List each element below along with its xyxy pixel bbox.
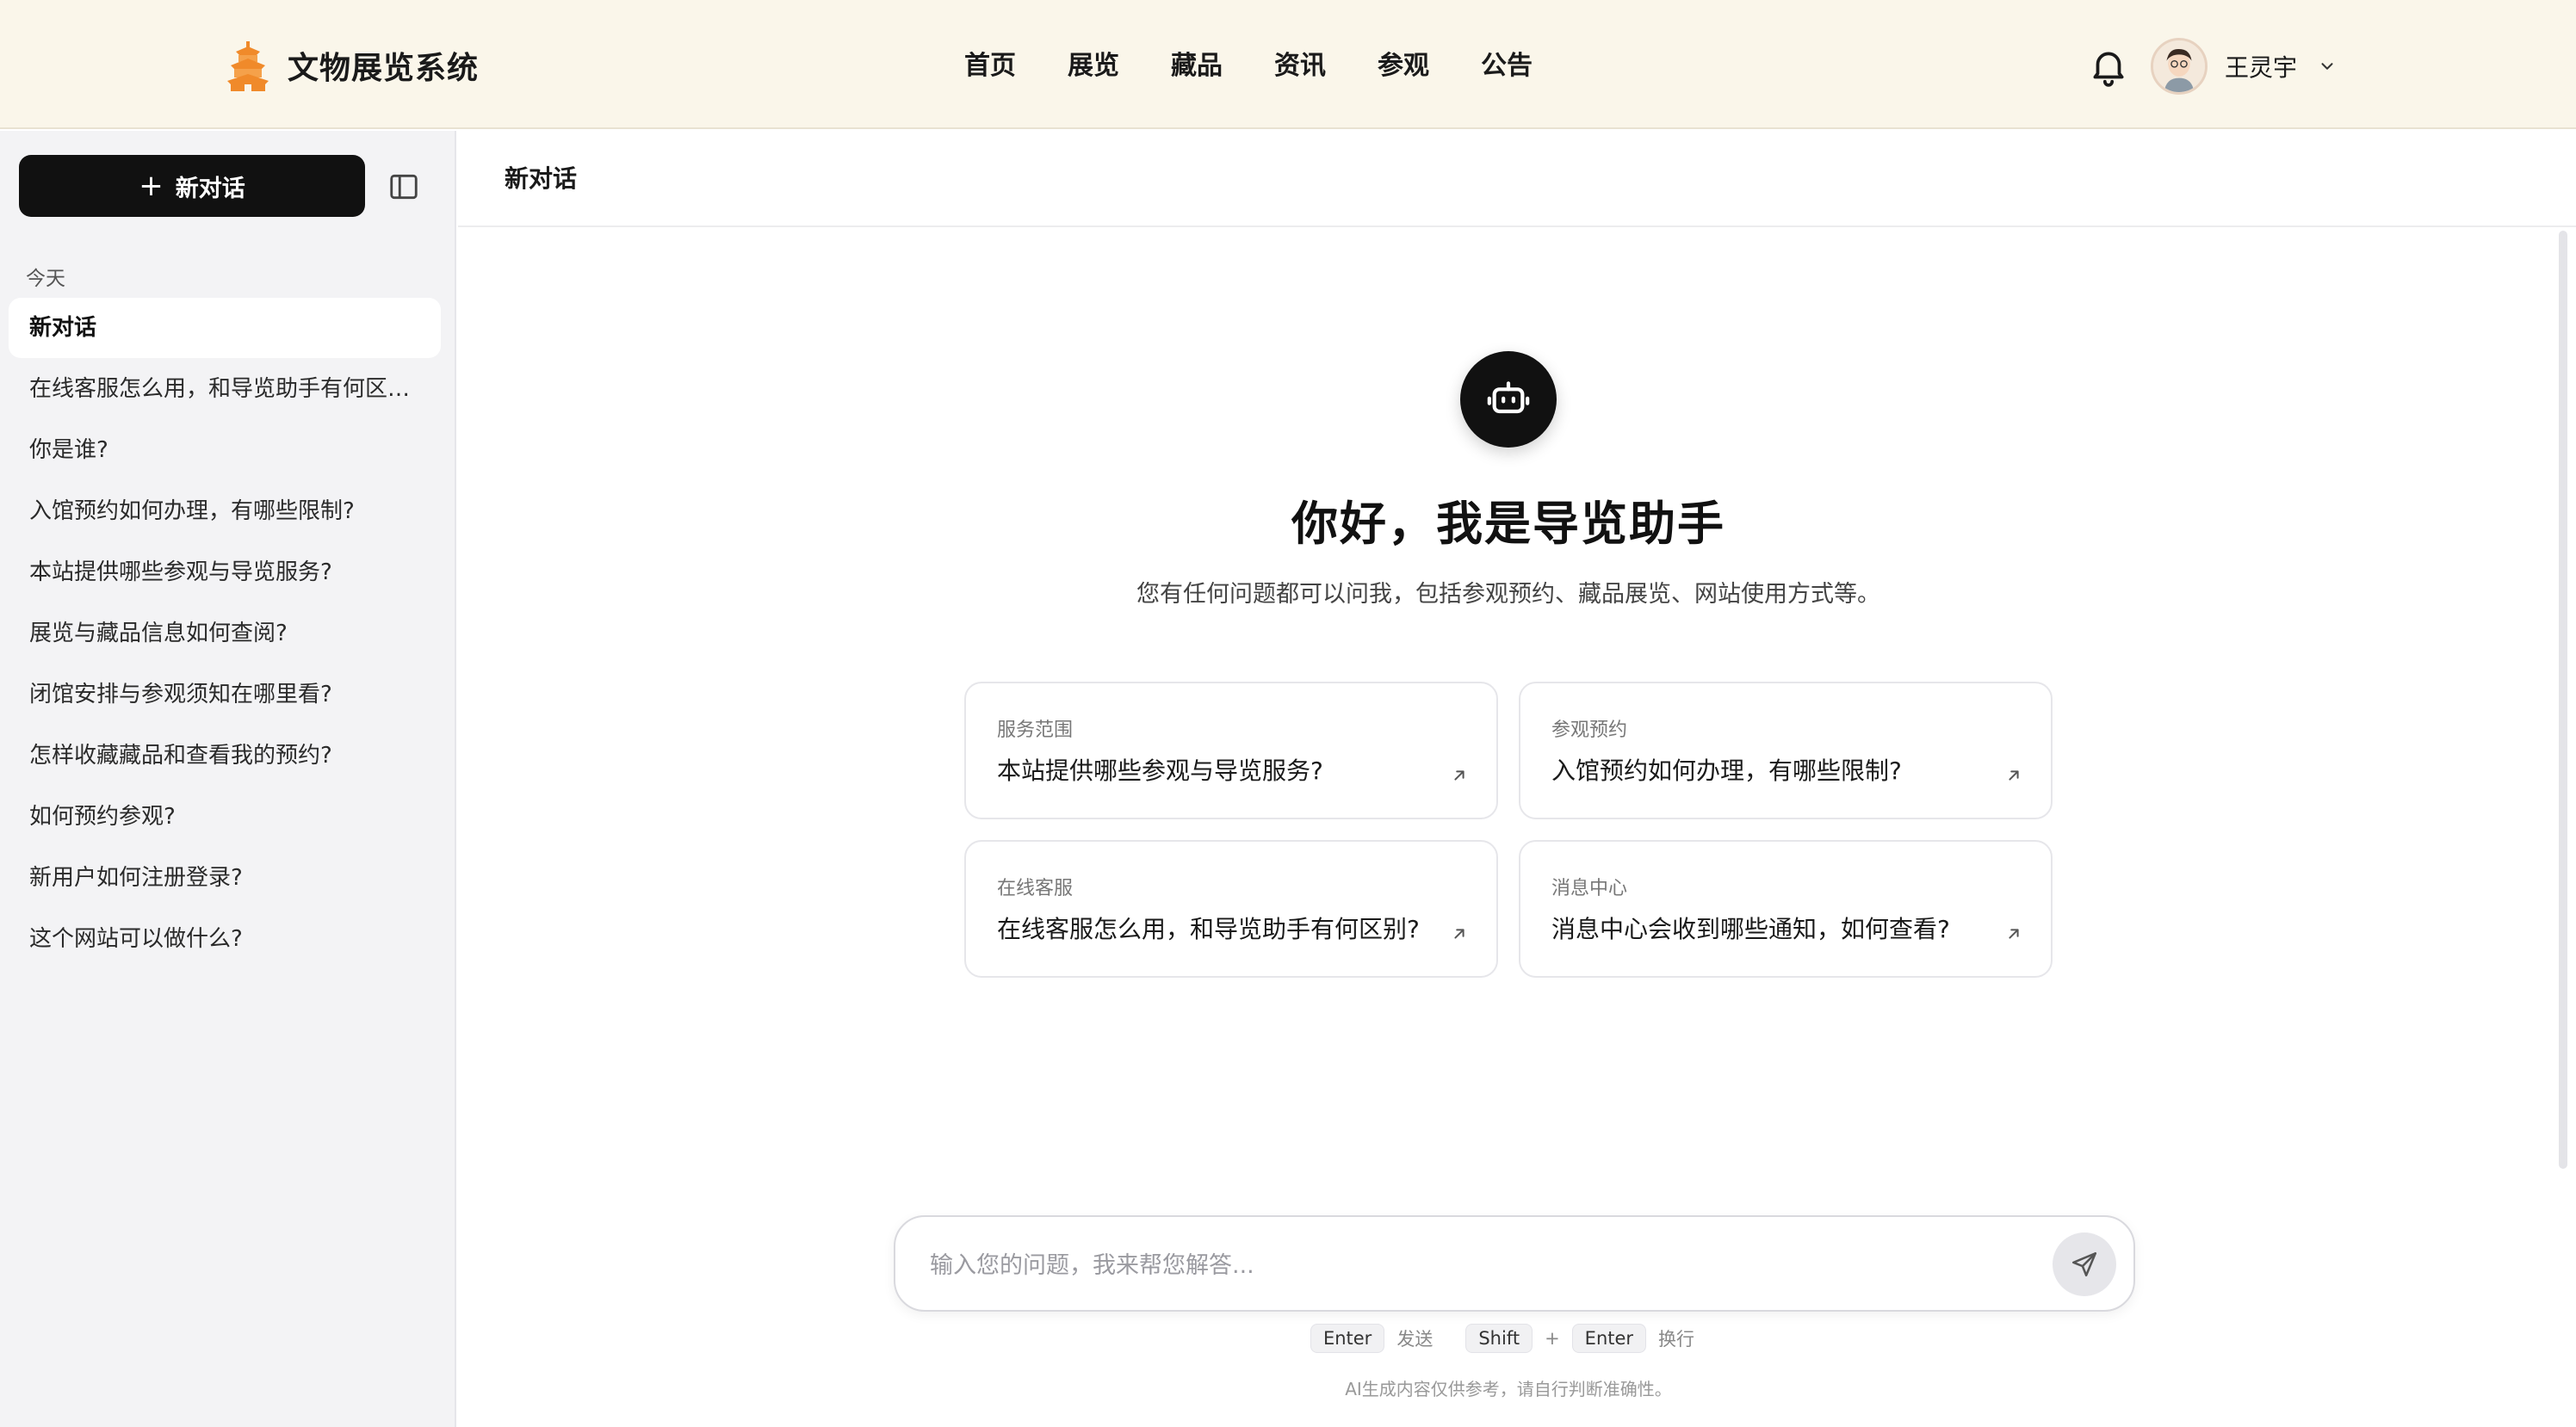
new-chat-button[interactable]: + 新对话 [19,155,365,217]
history-item[interactable]: 新对话 [9,298,441,358]
history-item[interactable]: 这个网站可以做什么? [9,909,441,969]
hint-plus: + [1545,1328,1560,1349]
robot-icon [1460,351,1557,448]
history-item[interactable]: 怎样收藏藏品和查看我的预约? [9,726,441,786]
history-item[interactable]: 本站提供哪些参观与导览服务? [9,542,441,602]
user-name: 王灵宇 [2225,53,2298,82]
send-icon [2071,1251,2097,1277]
chat-sidebar: + 新对话 今天 新对话 在线客服怎么用，和导览助手有何区别？ 你是谁? 入馆预… [0,131,456,1427]
hint-newline: 换行 [1658,1329,1695,1350]
chat-title: 新对话 [505,164,578,193]
suggestion-category: 消息中心 [1551,878,1628,899]
suggestion-category: 在线客服 [997,878,1074,899]
suggestion-card[interactable]: 在线客服 在线客服怎么用，和导览助手有何区别? [964,840,1498,978]
greeting-heading: 你好，我是导览助手 [1291,497,1725,551]
history-item[interactable]: 你是谁? [9,420,441,480]
avatar [2151,38,2208,95]
keyboard-hint: Enter 发送 Shift + Enter 换行 [458,1324,2559,1353]
sidebar-toggle-icon[interactable] [387,170,420,203]
suggestion-card[interactable]: 消息中心 消息中心会收到哪些通知，如何查看? [1519,840,2053,978]
suggestion-question: 消息中心会收到哪些通知，如何查看? [1551,915,1950,943]
suggestion-category: 服务范围 [997,720,1074,741]
history-item[interactable]: 展览与藏品信息如何查阅? [9,603,441,664]
chat-history-list: 新对话 在线客服怎么用，和导览助手有何区别？ 你是谁? 入馆预约如何办理，有哪些… [9,298,441,970]
arrow-up-right-icon [1454,770,1464,781]
suggestion-card[interactable]: 服务范围 本站提供哪些参观与导览服务? [964,682,1498,819]
chevron-down-icon [2321,63,2333,70]
chat-main: 新对话 你好，我是导览助手 您有任何问题都可以问我，包括参观预约、藏品展览、网站… [458,131,2576,1427]
ai-disclaimer: AI生成内容仅供参考，请自行判断准确性。 [1345,1379,1672,1399]
nav-item-visit[interactable]: 参观 [1378,41,1429,91]
arrow-up-right-icon [2009,770,2019,781]
arrow-up-right-icon [2009,929,2019,939]
history-item[interactable]: 闭馆安排与参观须知在哪里看? [9,664,441,725]
nav-item-home[interactable]: 首页 [964,41,1016,91]
history-item[interactable]: 入馆预约如何办理，有哪些限制? [9,481,441,541]
nav-item-collections[interactable]: 藏品 [1171,41,1223,91]
chat-input[interactable] [930,1239,2015,1291]
send-button[interactable] [2053,1232,2116,1296]
arrow-up-right-icon [1454,929,1464,939]
greeting-intro: 您有任何问题都可以问我，包括参观预约、藏品展览、网站使用方式等。 [1136,581,1880,608]
suggestion-category: 参观预约 [1551,720,1628,741]
hint-send: 发送 [1396,1329,1434,1350]
suggestion-question: 本站提供哪些参观与导览服务? [997,757,1323,785]
history-item[interactable]: 如何预约参观? [9,787,441,847]
new-chat-label: 新对话 [175,175,245,202]
nav-item-news[interactable]: 资讯 [1274,41,1326,91]
main-nav: 首页 展览 藏品 资讯 参观 公告 [964,41,1584,91]
chat-header: 新对话 [458,131,2576,227]
bell-icon[interactable] [2087,45,2130,88]
history-item[interactable]: 在线客服怎么用，和导览助手有何区别？ [9,359,441,419]
scrollbar[interactable] [2559,231,2567,1169]
pagoda-icon [227,41,269,91]
user-menu[interactable]: 王灵宇 [2151,36,2337,96]
brand-name: 文物展览系统 [288,51,480,86]
suggestion-question: 入馆预约如何办理，有哪些限制? [1551,757,1902,785]
brand[interactable]: 文物展览系统 [226,38,479,93]
history-group-today: 今天 [26,268,65,290]
suggestion-card[interactable]: 参观预约 入馆预约如何办理，有哪些限制? [1519,682,2053,819]
history-item[interactable]: 新用户如何注册登录? [9,848,441,908]
top-navbar: 文物展览系统 首页 展览 藏品 资讯 参观 公告 王灵宇 [0,0,2576,129]
kbd-enter-2: Enter [1571,1324,1647,1353]
nav-item-exhibitions[interactable]: 展览 [1068,41,1119,91]
plus-icon: + [139,169,164,203]
app-root: 文物展览系统 首页 展览 藏品 资讯 参观 公告 王灵宇 + 新对话 今天 新对… [0,0,2576,1427]
kbd-enter: Enter [1310,1324,1385,1353]
chat-composer [894,1215,2135,1312]
suggestion-question: 在线客服怎么用，和导览助手有何区别? [997,915,1420,943]
nav-item-notices[interactable]: 公告 [1481,41,1533,91]
kbd-shift: Shift [1465,1324,1533,1353]
